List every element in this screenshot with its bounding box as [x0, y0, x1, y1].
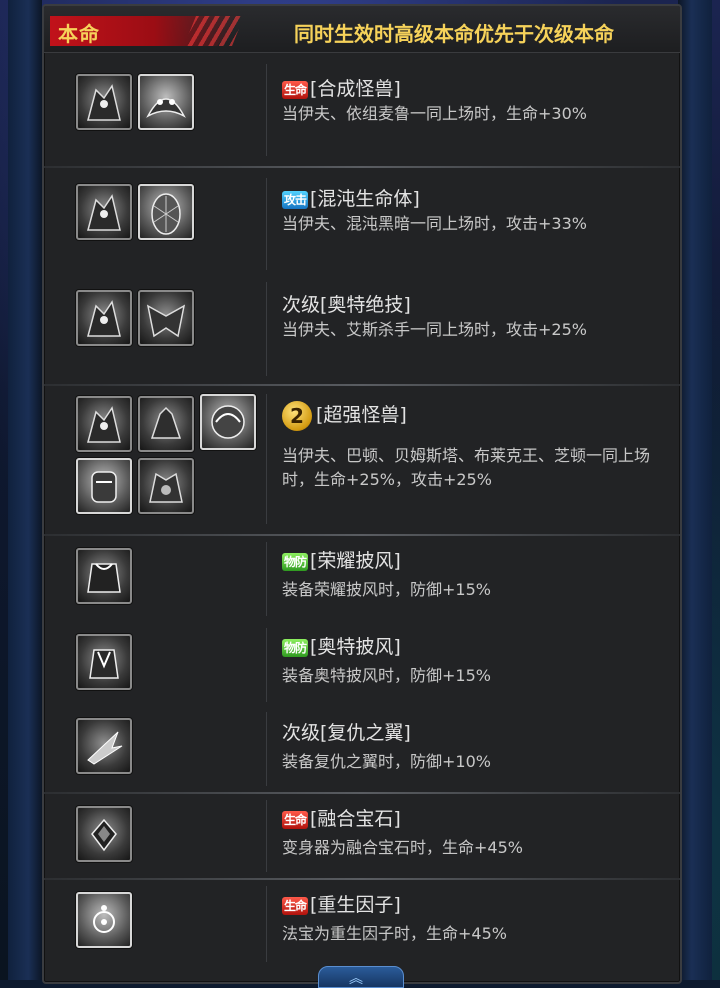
bond-title: 攻击 [混沌生命体]	[282, 188, 420, 210]
monster-a-icon[interactable]	[76, 290, 132, 346]
bond-title: 生命 [重生因子]	[282, 894, 401, 916]
bond-panel: 本命 同时生效时高级本命优先于次级本命 生命 [合成怪兽] 当伊夫、依组麦鲁一同上…	[42, 4, 682, 984]
bond-title: 物防 [奥特披风]	[282, 636, 401, 658]
bond-row: 攻击 [混沌生命体] 当伊夫、混沌黑暗一同上场时，攻击+33%	[44, 168, 680, 278]
bond-row: 生命 [融合宝石] 变身器为融合宝石时，生命+45%	[44, 794, 680, 878]
collapse-tab[interactable]: ︽	[318, 966, 404, 988]
bond-desc: 装备复仇之翼时，防御+10%	[282, 752, 491, 771]
bond-desc: 装备荣耀披风时，防御+15%	[282, 580, 491, 599]
monster-d-icon[interactable]	[138, 290, 194, 346]
bond-row: 次级[复仇之翼] 装备复仇之翼时，防御+10%	[44, 708, 680, 792]
bond-row: 生命 [合成怪兽] 当伊夫、依组麦鲁一同上场时，生命+30%	[44, 54, 680, 164]
panel-header: 本命 同时生效时高级本命优先于次级本命	[44, 6, 680, 53]
ultra-cape-icon[interactable]	[76, 634, 132, 690]
defense-badge: 物防	[282, 638, 309, 657]
life-badge: 生命	[282, 896, 309, 915]
bond-row: 次级[奥特绝技] 当伊夫、艾斯杀手一同上场时，攻击+25%	[44, 278, 680, 384]
bond-title: 次级[复仇之翼]	[282, 722, 411, 744]
header-note: 同时生效时高级本命优先于次级本命	[294, 22, 614, 46]
monster-g-icon[interactable]	[76, 458, 132, 514]
life-badge: 生命	[282, 80, 309, 99]
bond-row: 2 [超强怪兽] 当伊夫、巴顿、贝姆斯塔、布莱克王、芝顿一同上场时，生命+25%，…	[44, 386, 680, 532]
bond-title: 2 [超强怪兽]	[282, 400, 407, 431]
bond-row: 物防 [奥特披风] 装备奥特披风时，防御+15%	[44, 622, 680, 708]
monster-f-icon[interactable]	[200, 394, 256, 450]
monster-a-icon[interactable]	[76, 74, 132, 130]
bond-desc: 法宝为重生因子时，生命+45%	[282, 924, 507, 943]
frame-right	[678, 0, 712, 980]
bond-row: 物防 [荣耀披风] 装备荣耀披风时，防御+15%	[44, 536, 680, 622]
bond-title: 生命 [融合宝石]	[282, 808, 401, 830]
bond-title: 物防 [荣耀披风]	[282, 550, 401, 572]
bond-row: 生命 [重生因子] 法宝为重生因子时，生命+45%	[44, 880, 680, 970]
bond-desc: 变身器为融合宝石时，生命+45%	[282, 838, 523, 857]
bond-desc: 当伊夫、混沌黑暗一同上场时，攻击+33%	[282, 214, 587, 233]
monster-a-icon[interactable]	[76, 184, 132, 240]
monster-b-icon[interactable]	[138, 74, 194, 130]
monster-h-icon[interactable]	[138, 458, 194, 514]
monster-e-icon[interactable]	[138, 396, 194, 452]
bond-desc: 当伊夫、巴顿、贝姆斯塔、布莱克王、芝顿一同上场时，生命+25%，攻击+25%	[282, 446, 651, 489]
wing-icon[interactable]	[76, 718, 132, 774]
bond-desc: 当伊夫、艾斯杀手一同上场时，攻击+25%	[282, 320, 587, 339]
gem-icon[interactable]	[76, 806, 132, 862]
frame-left	[8, 0, 42, 980]
header-tag-label: 本命	[58, 22, 100, 46]
monster-c-icon[interactable]	[138, 184, 194, 240]
monster-a-icon[interactable]	[76, 396, 132, 452]
collapse-arrows-icon: ︽	[349, 971, 363, 987]
tier-two-badge: 2	[282, 400, 312, 431]
cape-icon[interactable]	[76, 548, 132, 604]
factor-icon[interactable]	[76, 892, 132, 948]
bond-desc: 装备奥特披风时，防御+15%	[282, 666, 491, 685]
bond-desc: 当伊夫、依组麦鲁一同上场时，生命+30%	[282, 104, 587, 123]
bond-title: 生命 [合成怪兽]	[282, 78, 401, 100]
attack-badge: 攻击	[282, 190, 309, 209]
bond-title: 次级[奥特绝技]	[282, 294, 411, 316]
defense-badge: 物防	[282, 552, 309, 571]
life-badge: 生命	[282, 810, 309, 829]
